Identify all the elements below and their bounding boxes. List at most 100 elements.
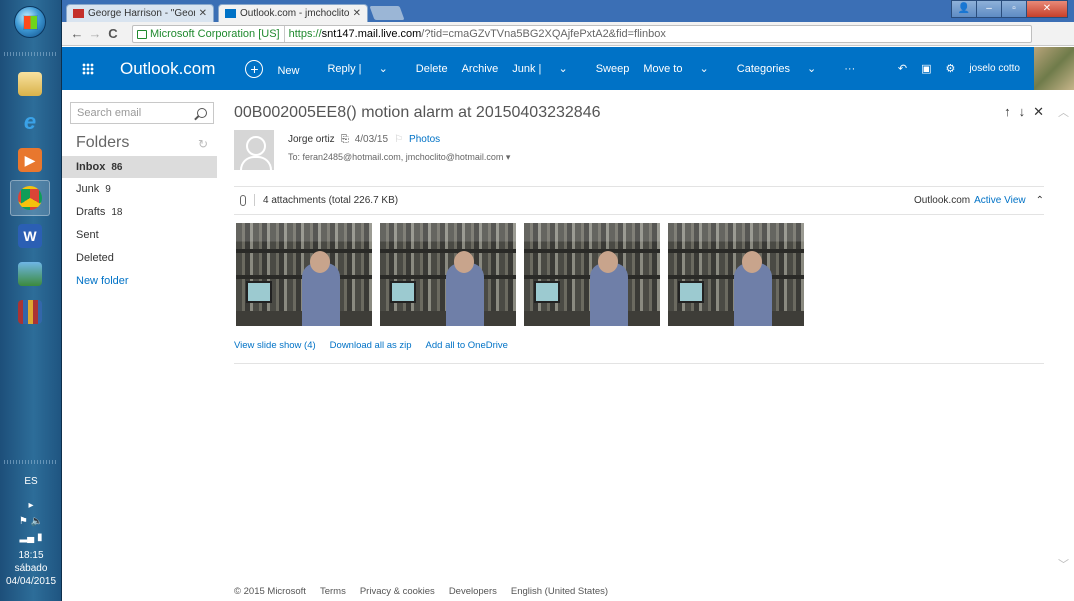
reload-button[interactable]: C [104, 26, 122, 41]
download-zip-link[interactable]: Download all as zip [330, 340, 412, 351]
attachment-thumbnail[interactable] [236, 223, 372, 326]
folder-junk[interactable]: Junk 9 [62, 178, 217, 200]
user-profile-button[interactable]: 👤 [951, 0, 977, 18]
privacy-link[interactable]: Privacy & cookies [360, 586, 435, 597]
message-subject: 00B002005EE8() motion alarm at 201504032… [234, 104, 601, 121]
media-player-icon: ▶ [18, 148, 42, 172]
previous-message-icon[interactable]: ↑ [1004, 104, 1011, 120]
developers-link[interactable]: Developers [449, 586, 497, 597]
volume-flag-icons[interactable]: ⚑ 🔈 [0, 516, 62, 527]
refresh-icon[interactable]: ↻ [198, 137, 208, 151]
more-actions-button[interactable]: ··· [844, 63, 855, 75]
avatar[interactable] [1034, 47, 1074, 90]
close-window-button[interactable]: ✕ [1026, 0, 1068, 18]
brand-logo[interactable]: Outlook.com [120, 59, 215, 79]
taskbar-winrar[interactable] [10, 294, 50, 330]
internet-explorer-icon: e [23, 109, 37, 134]
search-icon[interactable] [197, 108, 207, 118]
language-link[interactable]: English (United States) [511, 586, 608, 597]
tab-close-icon[interactable]: ✕ [199, 8, 207, 19]
expand-recipients-icon[interactable]: ▾ [506, 152, 511, 162]
taskbar-media[interactable]: ▶ [10, 142, 50, 178]
attachments-summary: 4 attachments (total 226.7 KB) [263, 194, 399, 206]
language-indicator[interactable]: ES [0, 476, 62, 487]
clock-date[interactable]: 04/04/2015 [0, 576, 62, 587]
new-tab-button[interactable] [369, 6, 405, 20]
attachment-thumbnail[interactable] [668, 223, 804, 326]
chevron-up-icon[interactable]: ⌃ [1036, 195, 1044, 206]
lock-icon [137, 29, 147, 39]
scroll-down-icon[interactable]: ﹀ [1058, 556, 1069, 572]
folder-drafts[interactable]: Drafts 18 [62, 201, 217, 223]
tab-outlook[interactable]: Outlook.com - jmchoclito ✕ [218, 4, 368, 22]
tab-george-harrison[interactable]: George Harrison - "Georg ✕ [66, 4, 214, 22]
move-to-button[interactable]: Move to ⌄ [643, 62, 722, 75]
gear-icon[interactable]: ⚙ [946, 62, 956, 75]
category-flag-icon: ⚐ [394, 134, 404, 145]
tab-title: George Harrison - "Georg [88, 8, 195, 19]
search-input[interactable]: Search email [70, 102, 214, 124]
ev-certificate-label: Microsoft Corporation [US] [150, 28, 280, 40]
attachments-bar: 4 attachments (total 226.7 KB) Outlook.c… [234, 194, 1044, 206]
forward-button[interactable]: → [86, 26, 104, 41]
recipients[interactable]: To: feran2485@hotmail.com, jmchoclito@ho… [288, 152, 510, 163]
delete-button[interactable]: Delete [416, 63, 448, 75]
ev-certificate-badge[interactable]: Microsoft Corporation [US] [133, 26, 285, 42]
category-label[interactable]: Photos [409, 134, 440, 145]
taskbar-ie[interactable]: e [10, 104, 50, 140]
folder-icon [18, 72, 42, 96]
taskbar-chrome[interactable] [10, 180, 50, 216]
folders-heading[interactable]: Folders [76, 134, 129, 152]
separator [254, 194, 255, 206]
categories-button[interactable]: Categories ⌄ [737, 62, 830, 75]
address-bar[interactable]: Microsoft Corporation [US] https://snt14… [132, 25, 1032, 43]
attachment-thumbnail[interactable] [524, 223, 660, 326]
taskbar-photos[interactable] [10, 256, 50, 292]
chevron-down-icon[interactable]: ⌄ [379, 63, 388, 75]
footer: © 2015 Microsoft Terms Privacy & cookies… [234, 586, 608, 597]
photo-viewer-icon [18, 262, 42, 286]
add-to-onedrive-link[interactable]: Add all to OneDrive [426, 340, 508, 351]
tab-close-icon[interactable]: ✕ [353, 8, 361, 19]
new-button[interactable]: + New [245, 59, 313, 78]
folder-inbox[interactable]: Inbox 86 [62, 156, 217, 178]
sender-name[interactable]: Jorge ortiz [288, 134, 335, 145]
sweep-button[interactable]: Sweep [596, 63, 630, 75]
back-button[interactable]: ← [68, 26, 86, 41]
search-placeholder: Search email [77, 107, 142, 119]
folder-deleted[interactable]: Deleted [62, 247, 217, 269]
taskbar-word[interactable]: W [10, 218, 50, 254]
messaging-icon[interactable]: ▣ [921, 62, 931, 75]
terms-link[interactable]: Terms [320, 586, 346, 597]
folder-count: 9 [105, 183, 111, 195]
scroll-up-icon[interactable]: ︿ [1058, 104, 1069, 120]
user-name[interactable]: joselo cotto [969, 63, 1020, 74]
reply-button[interactable]: Reply | ⌄ [327, 62, 401, 75]
view-slideshow-link[interactable]: View slide show (4) [234, 340, 316, 351]
command-bar: + New Reply | ⌄ Delete Archive Junk | ⌄ S… [245, 59, 869, 78]
attachment-actions: View slide show (4) Download all as zip … [234, 340, 508, 351]
app-launcher-icon[interactable] [82, 62, 94, 75]
taskbar-explorer[interactable] [10, 66, 50, 102]
chevron-down-icon: ⌄ [807, 63, 817, 75]
close-icon[interactable]: ✕ [1033, 104, 1044, 120]
folder-sent[interactable]: Sent [62, 224, 217, 246]
junk-button[interactable]: Junk | ⌄ [512, 62, 581, 75]
new-folder-link[interactable]: New folder [62, 270, 217, 292]
url-text[interactable]: https://snt147.mail.live.com/?tid=cmaGZv… [285, 28, 666, 40]
tray-expand-icon[interactable]: ▸ [0, 500, 62, 511]
archive-button[interactable]: Archive [462, 63, 499, 75]
active-view-link[interactable]: Active View [974, 195, 1026, 206]
next-message-icon[interactable]: ↓ [1019, 104, 1026, 120]
maximize-button[interactable]: ▫ [1001, 0, 1027, 18]
tab-title: Outlook.com - jmchoclito [240, 8, 349, 19]
undo-icon[interactable]: ↶ [898, 62, 907, 75]
chevron-down-icon[interactable]: ⌄ [558, 63, 567, 75]
network-battery-icons[interactable]: ▂▄ ▮ [0, 532, 62, 543]
minimize-button[interactable]: – [976, 0, 1002, 18]
attachment-thumbnail[interactable] [380, 223, 516, 326]
clock-day[interactable]: sábado [0, 563, 62, 574]
reading-pane: 00B002005EE8() motion alarm at 201504032… [234, 90, 1054, 601]
start-button[interactable] [14, 6, 46, 38]
clock-time[interactable]: 18:15 [0, 550, 62, 561]
